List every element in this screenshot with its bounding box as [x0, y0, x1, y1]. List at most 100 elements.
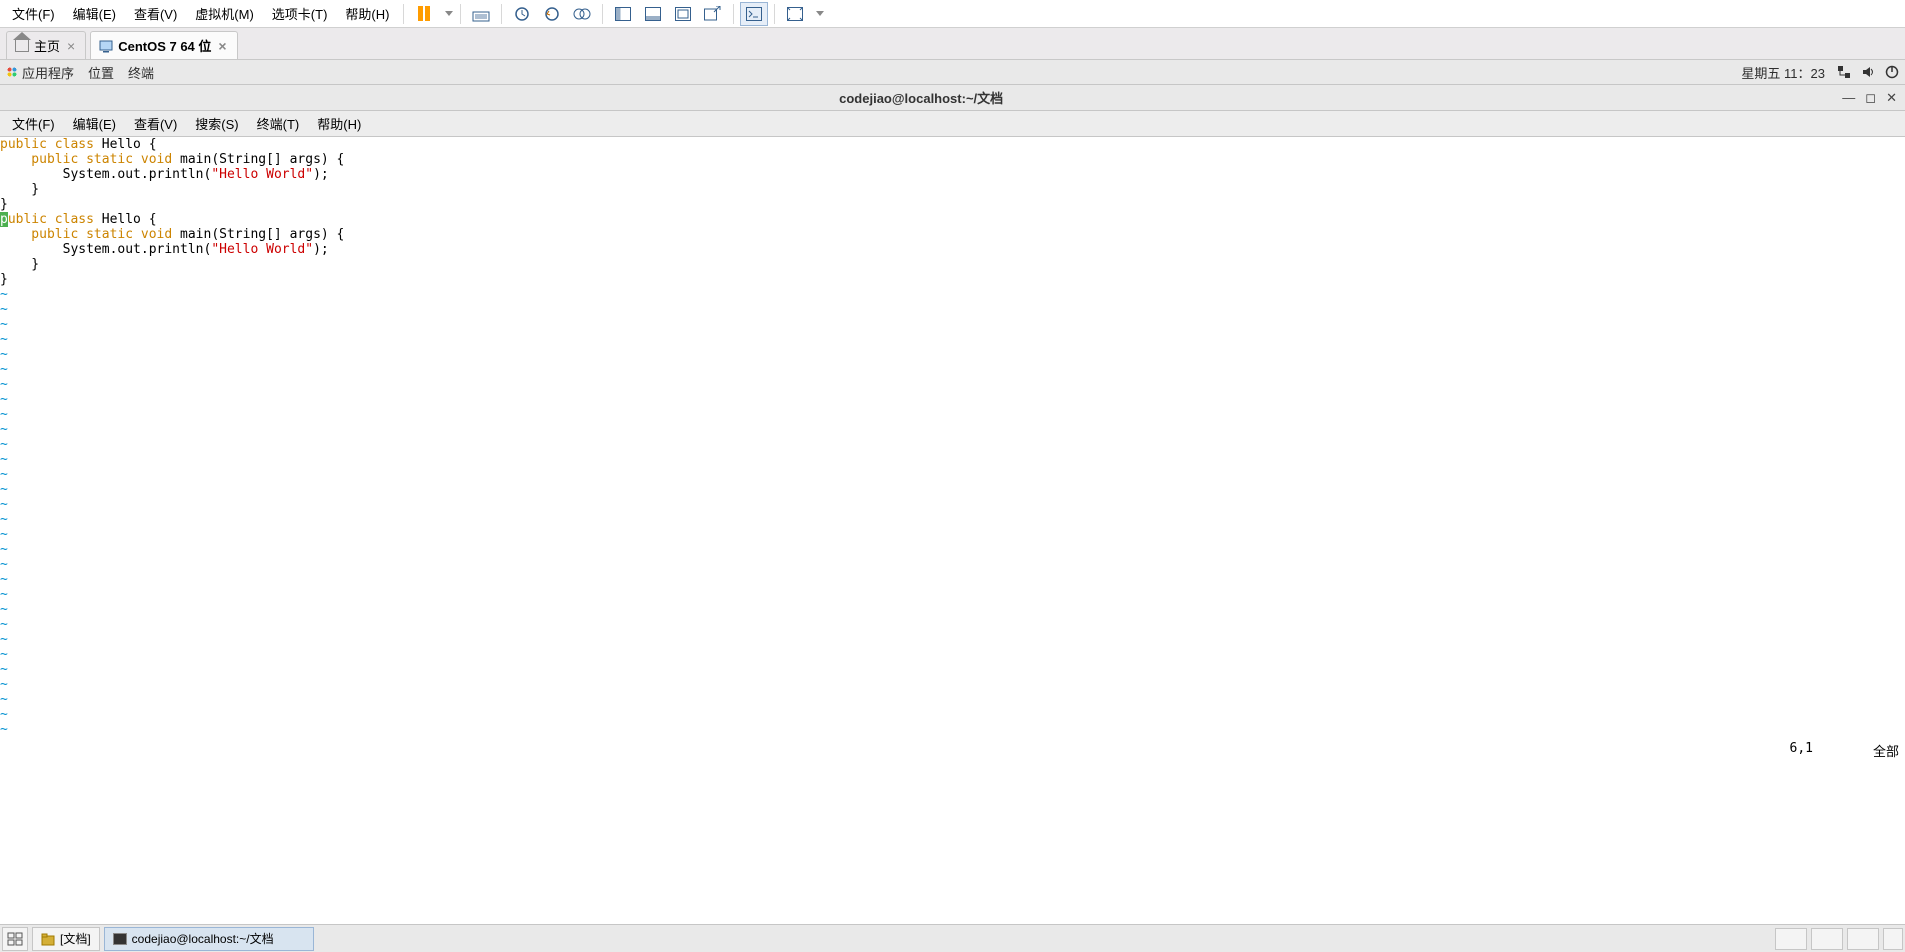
tab-home[interactable]: 主页 × — [6, 31, 86, 59]
terminal-title-text: codejiao@localhost:~/文档 — [0, 88, 1842, 107]
code-string: "Hello World" — [211, 167, 313, 182]
code-text: } — [0, 272, 8, 287]
vim-tilde: ~ — [0, 407, 8, 422]
term-menu-edit[interactable]: 编辑(E) — [65, 111, 124, 136]
code-kw: public static void — [0, 152, 172, 167]
tray-slot[interactable] — [1883, 928, 1903, 950]
term-menu-view[interactable]: 查看(V) — [126, 111, 185, 136]
menu-edit[interactable]: 编辑(E) — [65, 1, 124, 26]
layout-bottom-icon[interactable] — [639, 2, 667, 26]
code-text: } — [0, 197, 8, 212]
fullscreen-dropdown[interactable] — [811, 2, 825, 26]
volume-icon — [1861, 65, 1875, 79]
term-menu-file[interactable]: 文件(F) — [4, 111, 63, 136]
term-menu-search[interactable]: 搜索(S) — [187, 111, 246, 136]
separator — [403, 4, 404, 24]
vim-tilde: ~ — [0, 527, 8, 542]
terminal-menu[interactable]: 终端 — [128, 63, 154, 82]
close-icon[interactable]: × — [216, 38, 228, 54]
tray-slot[interactable] — [1847, 928, 1879, 950]
tray-slot[interactable] — [1775, 928, 1807, 950]
vim-tilde: ~ — [0, 287, 8, 302]
pause-dropdown[interactable] — [440, 2, 454, 26]
vim-tilde: ~ — [0, 392, 8, 407]
vim-tilde: ~ — [0, 707, 8, 722]
vim-position: 6,1 — [1790, 741, 1813, 760]
code-text: Hello { — [94, 212, 157, 227]
layout-sidebar-icon[interactable] — [609, 2, 637, 26]
separator — [774, 4, 775, 24]
taskbar-tray — [1775, 928, 1903, 950]
vim-tilde: ~ — [0, 467, 8, 482]
gnome-top-bar: 应用程序 位置 终端 星期五 11：23 — [0, 60, 1905, 85]
tab-centos[interactable]: CentOS 7 64 位 × — [90, 31, 237, 59]
revert-snapshot-icon[interactable] — [538, 2, 566, 26]
tab-home-label: 主页 — [34, 36, 60, 55]
apps-icon — [6, 66, 18, 78]
status-area[interactable] — [1837, 65, 1899, 79]
vim-status-line: 6,1 全部 — [0, 739, 1905, 762]
term-menu-terminal[interactable]: 终端(T) — [249, 111, 308, 136]
menu-tabs[interactable]: 选项卡(T) — [264, 1, 336, 26]
snapshot-icon[interactable] — [508, 2, 536, 26]
pause-button[interactable] — [410, 2, 438, 26]
vim-tilde: ~ — [0, 482, 8, 497]
code-text: Hello { — [94, 137, 157, 152]
term-menu-help[interactable]: 帮助(H) — [309, 111, 369, 136]
vim-tilde: ~ — [0, 542, 8, 557]
vim-tilde: ~ — [0, 437, 8, 452]
tab-centos-label: CentOS 7 64 位 — [118, 36, 211, 55]
vim-tilde: ~ — [0, 677, 8, 692]
close-icon[interactable]: × — [65, 38, 77, 54]
taskbar-item-terminal[interactable]: codejiao@localhost:~/文档 — [104, 927, 314, 951]
menu-file[interactable]: 文件(F) — [4, 1, 63, 26]
fullscreen-icon[interactable] — [781, 2, 809, 26]
vm-tab-strip: 主页 × CentOS 7 64 位 × — [0, 28, 1905, 60]
send-ctrl-alt-del-icon[interactable] — [467, 2, 495, 26]
code-text: main(String[] args) { — [172, 152, 344, 167]
applications-menu[interactable]: 应用程序 — [6, 63, 74, 82]
maximize-button[interactable]: ◻ — [1865, 90, 1876, 106]
minimize-button[interactable]: — — [1842, 90, 1855, 106]
menu-help[interactable]: 帮助(H) — [337, 1, 397, 26]
code-text: } — [0, 182, 39, 197]
code-kw: public class — [0, 137, 94, 152]
datetime-label[interactable]: 星期五 11：23 — [1741, 63, 1825, 82]
tray-slot[interactable] — [1811, 928, 1843, 950]
vim-tilde: ~ — [0, 377, 8, 392]
code-text: ); — [313, 242, 329, 257]
network-icon — [1837, 65, 1851, 79]
vim-tilde: ~ — [0, 722, 8, 737]
vim-editor[interactable]: public class Hello { public static void … — [0, 137, 1905, 739]
close-button[interactable]: ✕ — [1886, 90, 1897, 106]
separator — [501, 4, 502, 24]
places-menu[interactable]: 位置 — [88, 63, 114, 82]
menu-view[interactable]: 查看(V) — [126, 1, 185, 26]
manage-snapshot-icon[interactable] — [568, 2, 596, 26]
folder-icon — [41, 932, 55, 946]
taskbar-workspace-icon[interactable] — [2, 927, 28, 951]
vmware-menu-bar: 文件(F) 编辑(E) 查看(V) 虚拟机(M) 选项卡(T) 帮助(H) — [0, 0, 1905, 28]
vim-tilde: ~ — [0, 452, 8, 467]
code-text: System.out.println( — [0, 167, 211, 182]
vim-tilde: ~ — [0, 362, 8, 377]
separator — [602, 4, 603, 24]
enter-guest-icon[interactable] — [740, 2, 768, 26]
layout-console-icon[interactable] — [669, 2, 697, 26]
layout-detach-icon[interactable] — [699, 2, 727, 26]
separator — [733, 4, 734, 24]
menu-vm[interactable]: 虚拟机(M) — [187, 1, 262, 26]
vim-tilde: ~ — [0, 422, 8, 437]
code-text: main(String[] args) { — [172, 227, 344, 242]
terminal-icon — [113, 933, 127, 945]
vim-tilde: ~ — [0, 497, 8, 512]
vim-tilde: ~ — [0, 557, 8, 572]
code-text: System.out.println( — [0, 242, 211, 257]
vim-mode: 全部 — [1873, 741, 1899, 760]
vim-tilde: ~ — [0, 617, 8, 632]
taskbar-item-docs[interactable]: [文档] — [32, 927, 100, 951]
apps-label: 应用程序 — [22, 63, 74, 82]
power-icon — [1885, 65, 1899, 79]
vim-tilde: ~ — [0, 647, 8, 662]
terminal-title-bar: codejiao@localhost:~/文档 — ◻ ✕ — [0, 85, 1905, 111]
